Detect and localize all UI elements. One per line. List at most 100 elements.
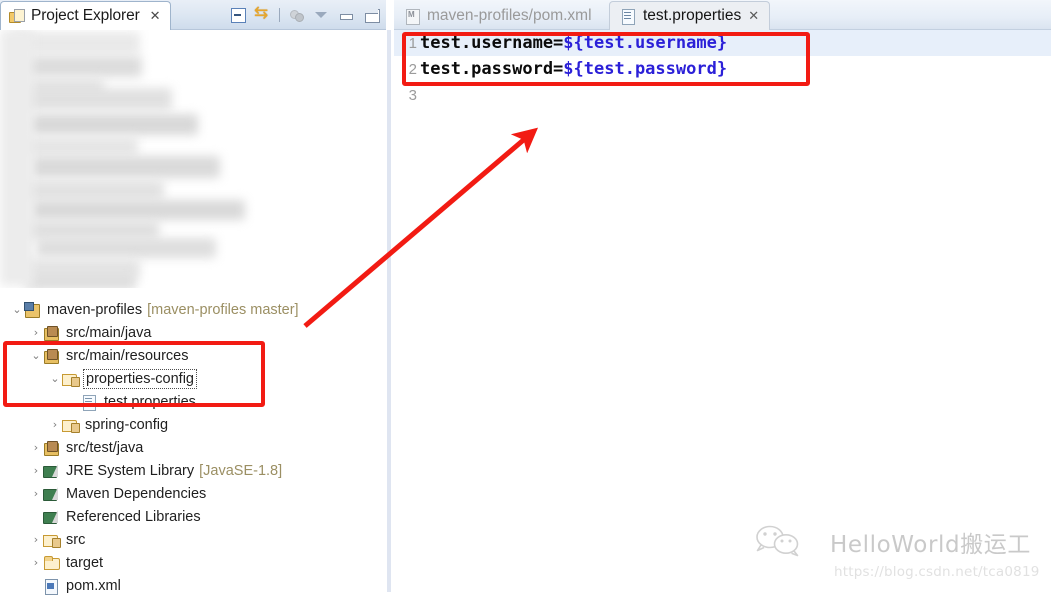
close-icon[interactable]: ✕ xyxy=(150,10,161,23)
tree-item-maven-profiles[interactable]: ⌄ maven-profiles [maven-profiles master] xyxy=(0,298,386,321)
watermark: HelloWorld搬运工 https://blog.csdn.net/tca0… xyxy=(748,525,1048,587)
tree-item-label: properties-config xyxy=(83,368,197,389)
tree-item-label: maven-profiles xyxy=(47,301,143,318)
minimize-icon[interactable] xyxy=(337,6,355,24)
tree-item-src-main-resources[interactable]: ⌄ src/main/resources xyxy=(0,344,386,367)
collapse-all-icon[interactable] xyxy=(229,6,247,24)
code-line: 1 test.username= ${test.username} xyxy=(394,30,727,56)
panel-sash[interactable] xyxy=(386,0,394,592)
folder-icon xyxy=(43,555,61,571)
tree-item-label: test.properties xyxy=(104,393,196,410)
twisty-empty xyxy=(29,505,43,528)
project-explorer-view: Project Explorer ✕ ⇆ ⌄ maven-profiles [m… xyxy=(0,0,386,595)
project-explorer-icon xyxy=(9,8,25,24)
maven-project-icon xyxy=(24,301,42,318)
editor-tab-label: test.properties xyxy=(643,7,742,24)
eclipse-workbench-window: Project Explorer ✕ ⇆ ⌄ maven-profiles [m… xyxy=(0,0,1051,595)
project-explorer-tabbar: Project Explorer ✕ xyxy=(0,0,386,30)
tree-item-label: src xyxy=(66,531,86,548)
chevron-right-icon[interactable]: › xyxy=(29,551,43,574)
tab-project-explorer[interactable]: Project Explorer ✕ xyxy=(0,1,171,30)
tree-item-src[interactable]: › src xyxy=(0,528,386,551)
tree-item-suffix: [JavaSE-1.8] xyxy=(199,462,283,479)
package-folder-icon xyxy=(62,371,80,387)
line-number: 3 xyxy=(408,86,417,104)
maven-file-icon xyxy=(404,8,420,25)
editor-tabbar: maven-profiles/pom.xml test.properties ✕ xyxy=(394,0,1051,30)
line-number: 2 xyxy=(408,60,417,78)
property-key: test.username= xyxy=(420,33,564,53)
view-menu-icon[interactable] xyxy=(312,6,330,24)
watermark-url: https://blog.csdn.net/tca0819 xyxy=(834,564,1040,580)
editor-tab-label: maven-profiles/pom.xml xyxy=(427,6,592,24)
watermark-brand: HelloWorld搬运工 xyxy=(830,532,1032,558)
properties-file-icon xyxy=(620,8,636,25)
tree-item-label: src/main/java xyxy=(66,324,152,341)
tree-item-label: Referenced Libraries xyxy=(66,508,201,525)
tree-item-properties-config[interactable]: ⌄ properties-config xyxy=(0,367,386,390)
tree-item-src-test-java[interactable]: › src/test/java xyxy=(0,436,386,459)
toolbar-divider xyxy=(279,8,280,22)
package-folder-icon xyxy=(62,417,80,433)
tab-maven-profiles-pom-xml[interactable]: maven-profiles/pom.xml xyxy=(394,1,602,30)
link-with-editor-icon[interactable] xyxy=(254,3,272,24)
property-value-placeholder: ${test.username} xyxy=(563,33,728,53)
twisty-empty xyxy=(67,390,81,413)
tree-item-suffix: [maven-profiles master] xyxy=(147,301,299,318)
package-folder-icon xyxy=(43,532,61,548)
tree-item-maven-dependencies[interactable]: › Maven Dependencies xyxy=(0,482,386,505)
focus-on-active-task-icon[interactable] xyxy=(287,6,305,24)
chevron-right-icon[interactable]: › xyxy=(29,436,43,459)
tree-item-target[interactable]: › target xyxy=(0,551,386,574)
tree-item-spring-config[interactable]: › spring-config xyxy=(0,413,386,436)
code-line: 3 xyxy=(394,82,420,108)
chevron-right-icon[interactable]: › xyxy=(29,459,43,482)
tree-item-referenced-libraries[interactable]: Referenced Libraries xyxy=(0,505,386,528)
project-tree[interactable]: ⌄ maven-profiles [maven-profiles master] › s… xyxy=(0,288,386,595)
line-number: 1 xyxy=(408,34,417,52)
xml-file-icon xyxy=(43,578,61,595)
chevron-down-icon[interactable]: ⌄ xyxy=(48,367,62,390)
wechat-icon xyxy=(748,525,820,559)
tree-item-pom-xml[interactable]: pom.xml xyxy=(0,574,386,597)
tree-item-label: target xyxy=(66,554,104,571)
library-icon xyxy=(43,486,61,502)
property-key: test.password= xyxy=(420,59,564,79)
maximize-icon[interactable] xyxy=(362,6,380,24)
source-folder-icon xyxy=(43,440,61,456)
close-icon[interactable]: ✕ xyxy=(748,9,759,24)
chevron-right-icon[interactable]: › xyxy=(29,321,43,344)
tree-item-test-properties[interactable]: test.properties xyxy=(0,390,386,413)
tree-item-label: JRE System Library xyxy=(66,462,195,479)
tree-item-label: src/test/java xyxy=(66,439,144,456)
tree-item-src-main-java[interactable]: › src/main/java xyxy=(0,321,386,344)
chevron-down-icon[interactable]: ⌄ xyxy=(29,344,43,367)
chevron-right-icon[interactable]: › xyxy=(29,528,43,551)
chevron-right-icon[interactable]: › xyxy=(29,482,43,505)
project-explorer-tab-label: Project Explorer xyxy=(31,7,140,24)
tab-test-properties[interactable]: test.properties ✕ xyxy=(609,1,771,30)
source-folder-icon xyxy=(43,348,61,364)
property-value-placeholder: ${test.password} xyxy=(563,59,728,79)
code-editor-canvas[interactable]: 1 test.username= ${test.username} 2 test.pas… xyxy=(394,30,1051,592)
tree-item-jre-system-library[interactable]: › JRE System Library [JavaSE-1.8] xyxy=(0,459,386,482)
project-explorer-toolbar xyxy=(229,3,380,26)
chevron-right-icon[interactable]: › xyxy=(48,413,62,436)
library-icon xyxy=(43,463,61,479)
twisty-empty xyxy=(29,574,43,597)
chevron-down-icon[interactable]: ⌄ xyxy=(10,298,24,321)
editor-area: maven-profiles/pom.xml test.properties ✕… xyxy=(394,0,1051,592)
properties-file-icon xyxy=(81,394,99,411)
tree-item-label: Maven Dependencies xyxy=(66,485,207,502)
